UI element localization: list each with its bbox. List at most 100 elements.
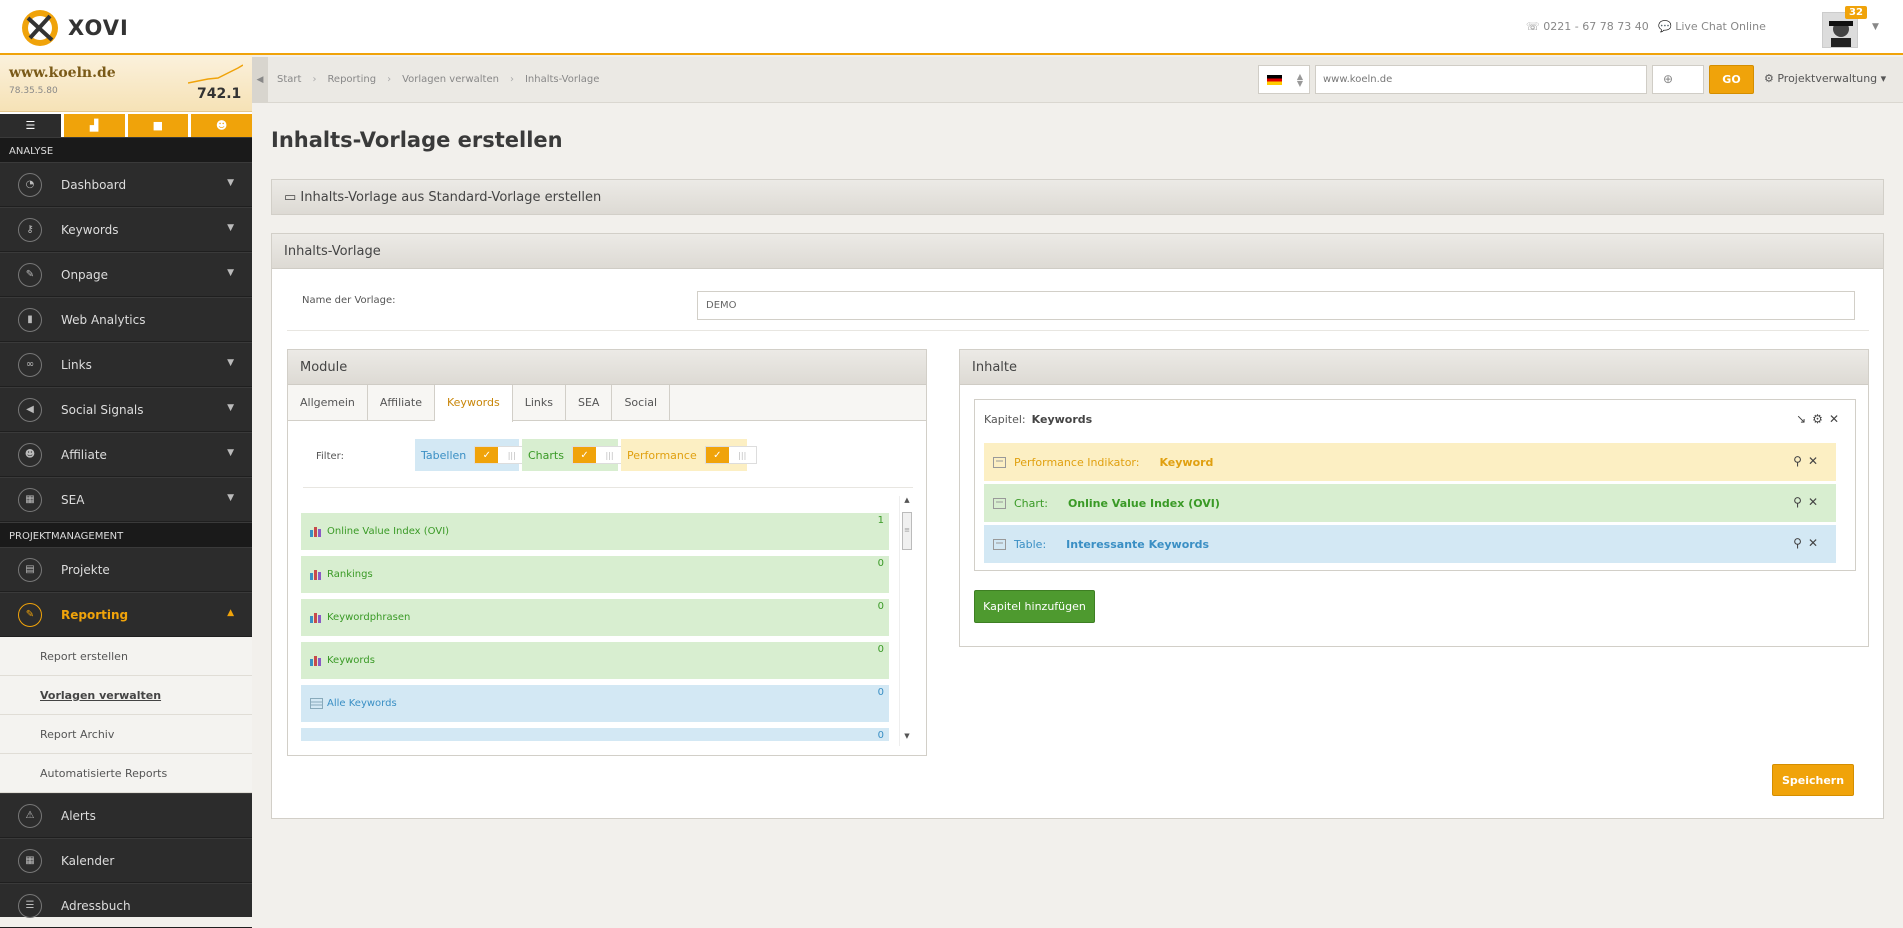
standard-template-header[interactable]: ▭ Inhalts-Vorlage aus Standard-Vorlage e… [272, 180, 1883, 214]
live-chat-link[interactable]: 💬 Live Chat Online [1658, 20, 1766, 33]
close-icon[interactable]: ✕ [1808, 454, 1824, 468]
chat-bubble-icon: 💬 [1658, 20, 1676, 33]
sidebar-item-dashboard[interactable]: ◔ Dashboard ▼ [0, 162, 252, 207]
users-icon[interactable]: ☻ [191, 114, 252, 137]
add-chapter-button[interactable]: Kapitel hinzufügen [974, 590, 1095, 623]
sidebar-item-onpage[interactable]: ✎ Onpage ▼ [0, 252, 252, 297]
module-list: Online Value Index (OVI) 1 Rankings 0 Keywor… [301, 513, 889, 741]
project-box[interactable]: www.koeln.de 78.35.5.80 742.1 [0, 55, 252, 112]
search-engine-select[interactable]: ⊕ [1652, 65, 1704, 94]
url-input[interactable] [1315, 65, 1647, 94]
module-item[interactable]: Rankings 0 [301, 556, 889, 593]
filter-row: Filter: Tabellen ✓ ||| Charts ✓ ||| Perfor… [288, 421, 926, 489]
sidebar-item-affiliate[interactable]: ☻ Affiliate ▼ [0, 432, 252, 477]
sidebar-sub-report-archiv[interactable]: Report Archiv [0, 715, 252, 754]
template-name-input[interactable] [697, 291, 1855, 320]
template-panel: Inhalts-Vorlage Name der Vorlage: Module… [271, 233, 1884, 819]
table-icon [310, 698, 323, 709]
scroll-thumb[interactable]: ≡ [902, 512, 912, 550]
sidebar-collapse-icon[interactable]: ◀ [252, 57, 268, 103]
sidebar-item-kalender[interactable]: ▦ Kalender [0, 838, 252, 883]
close-icon[interactable]: ✕ [1808, 495, 1824, 509]
list-icon[interactable]: ☰ [0, 114, 61, 137]
project-name[interactable]: www.koeln.de [9, 65, 116, 81]
sidebar-item-web-analytics[interactable]: ▮ Web Analytics [0, 297, 252, 342]
notification-badge[interactable]: 32 [1845, 6, 1867, 19]
breadcrumb-reporting[interactable]: Reporting [327, 74, 376, 85]
xovi-logo-icon[interactable] [20, 8, 60, 48]
filter-tabellen[interactable]: Tabellen ✓ ||| [415, 439, 527, 471]
sidebar-sub-vorlagen-verwalten[interactable]: Vorlagen verwalten [0, 676, 252, 715]
country-select[interactable]: ▲ ▼ [1258, 65, 1310, 94]
go-button[interactable]: GO [1709, 65, 1754, 94]
chevron-down-icon: ▼ [227, 448, 234, 458]
sidebar-sub-report-erstellen[interactable]: Report erstellen [0, 637, 252, 676]
modules-panel: Module Allgemein Affiliate Keywords Link… [287, 349, 927, 756]
tab-social[interactable]: Social [612, 385, 671, 421]
sidebar-item-projekte[interactable]: ▤ Projekte [0, 547, 252, 592]
module-item[interactable]: Keywordphrasen 0 [301, 599, 889, 636]
contents-panel: Inhalte Kapitel: Keywords ↘⚙✕ Performance… [959, 349, 1869, 647]
sidebar-sub-automatisierte-reports[interactable]: Automatisierte Reports [0, 754, 252, 793]
gear-icon[interactable]: ⚙ [1812, 412, 1829, 426]
tab-allgemein[interactable]: Allgemein [288, 385, 368, 421]
save-button[interactable]: Speichern [1772, 764, 1854, 796]
zoom-icon[interactable]: ⚲ [1793, 454, 1808, 468]
filter-charts[interactable]: Charts ✓ ||| [522, 439, 624, 471]
content-row[interactable]: Chart: Online Value Index (OVI) ⚲✕ [984, 484, 1836, 522]
calendar-icon: ▭ [284, 190, 301, 205]
move-arrow-icon[interactable]: ↘ [1796, 412, 1812, 426]
module-item[interactable]: Keywords 0 [301, 642, 889, 679]
filter-performance-toggle[interactable]: ✓ ||| [704, 446, 757, 464]
sidebar-item-keywords[interactable]: ⚷ Keywords ▼ [0, 207, 252, 252]
scroll-down-icon[interactable]: ▼ [900, 732, 914, 744]
contents-header: Inhalte [960, 350, 1868, 385]
template-name-label: Name der Vorlage: [302, 295, 396, 306]
project-value: 742.1 [197, 86, 242, 102]
chevron-down-icon[interactable]: ▼ [1872, 22, 1879, 32]
sidebar-item-adressbuch[interactable]: ☰ Adressbuch [0, 883, 252, 928]
zoom-icon[interactable]: ⚲ [1793, 536, 1808, 550]
sidebar-item-reporting[interactable]: ✎ Reporting ▲ [0, 592, 252, 637]
sidebar-item-social-signals[interactable]: ◀ Social Signals ▼ [0, 387, 252, 432]
filter-tabellen-toggle[interactable]: ✓ ||| [474, 446, 527, 464]
content-row[interactable]: Table: Interessante Keywords ⚲✕ [984, 525, 1836, 563]
close-icon[interactable]: ✕ [1829, 412, 1845, 426]
sidebar-item-sea[interactable]: ▦ SEA ▼ [0, 477, 252, 522]
tab-links[interactable]: Links [513, 385, 566, 421]
chart-icon[interactable]: ▟ [63, 114, 125, 137]
module-item[interactable]: 0 [301, 728, 889, 741]
link-icon: ∞ [18, 352, 42, 377]
sidebar-item-links[interactable]: ∞ Links ▼ [0, 342, 252, 387]
close-icon[interactable]: ✕ [1808, 536, 1824, 550]
chevron-down-icon: ▾ [1877, 72, 1887, 85]
module-list-scrollbar[interactable]: ▲ ≡ ▼ [899, 496, 913, 746]
modules-header: Module [288, 350, 926, 385]
breadcrumb-current: Inhalts-Vorlage [524, 74, 600, 85]
sidebar-item-alerts[interactable]: ⚠ Alerts [0, 793, 252, 838]
filter-performance[interactable]: Performance ✓ ||| [621, 439, 757, 471]
module-item[interactable]: Alle Keywords 0 [301, 685, 889, 722]
filter-charts-toggle[interactable]: ✓ ||| [571, 446, 624, 464]
tab-sea[interactable]: SEA [566, 385, 613, 421]
module-item[interactable]: Online Value Index (OVI) 1 [301, 513, 889, 550]
folder-icon[interactable]: ■ [127, 114, 189, 137]
projektverwaltung-menu[interactable]: ⚙ Projektverwaltung ▾ [1764, 72, 1886, 85]
tab-affiliate[interactable]: Affiliate [368, 385, 435, 421]
scroll-up-icon[interactable]: ▲ [900, 496, 914, 508]
logo-text[interactable]: XOVI [68, 16, 129, 40]
breadcrumb-vorlagen[interactable]: Vorlagen verwalten [402, 74, 499, 85]
chapter-header: Kapitel: Keywords [984, 413, 1093, 426]
content-row-name: Keyword [1159, 455, 1214, 469]
tab-keywords[interactable]: Keywords [435, 385, 513, 422]
standard-template-panel[interactable]: ▭ Inhalts-Vorlage aus Standard-Vorlage e… [271, 179, 1884, 215]
chapter-actions: ↘⚙✕ [1796, 412, 1845, 426]
zoom-icon[interactable]: ⚲ [1793, 495, 1808, 509]
header-bar: ◀ Start › Reporting › Vorlagen verwalten › Inh… [252, 57, 1903, 103]
book-icon [993, 456, 1006, 468]
module-item-count: 0 [877, 601, 884, 612]
content-row[interactable]: Performance Indikator: Keyword ⚲✕ [984, 443, 1836, 481]
breadcrumb-start[interactable]: Start [277, 74, 301, 85]
people-icon: ☻ [18, 442, 42, 467]
divider [303, 487, 913, 488]
